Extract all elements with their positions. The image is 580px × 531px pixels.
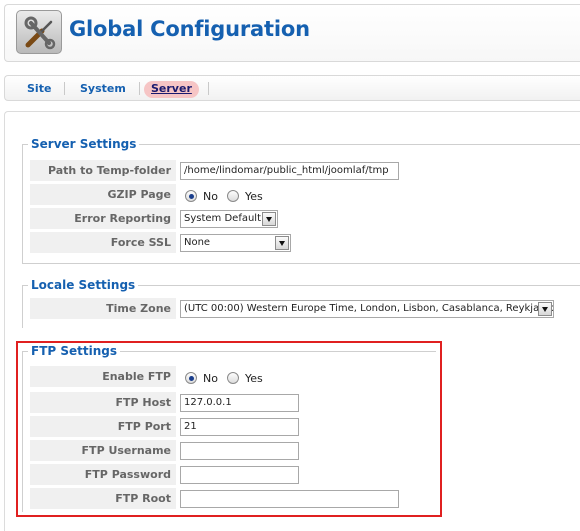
force-ssl-label: Force SSL: [30, 232, 176, 254]
ftp-password-label: FTP Password: [30, 464, 176, 486]
ftp-settings-legend: FTP Settings: [31, 344, 117, 358]
chevron-down-icon[interactable]: [262, 212, 276, 226]
tab-system[interactable]: System: [80, 81, 126, 98]
temp-folder-input[interactable]: /home/lindomar/public_html/joomlaf/tmp: [180, 162, 399, 180]
ftp-username-label: FTP Username: [30, 440, 176, 462]
time-zone-select[interactable]: (UTC 00:00) Western Europe Time, London,…: [180, 300, 554, 318]
tools-icon: [16, 10, 62, 54]
page-header: Global Configuration: [4, 4, 580, 62]
ftp-host-input[interactable]: 127.0.0.1: [180, 394, 299, 412]
page-title: Global Configuration: [69, 17, 310, 41]
tab-separator: [139, 82, 140, 95]
error-reporting-value: System Default: [184, 213, 262, 224]
error-reporting-select[interactable]: System Default: [180, 210, 278, 228]
gzip-no-radio[interactable]: [185, 190, 197, 202]
enable-ftp-radio-group: No Yes: [185, 369, 272, 387]
enable-ftp-no-label: No: [203, 371, 218, 385]
ftp-host-label: FTP Host: [30, 392, 176, 414]
chevron-down-icon[interactable]: [538, 302, 552, 316]
locale-settings-legend: Locale Settings: [31, 278, 136, 292]
error-reporting-label: Error Reporting: [30, 208, 176, 230]
gzip-radio-group: No Yes: [185, 187, 272, 205]
gzip-label: GZIP Page Compression: [30, 184, 176, 222]
temp-folder-label: Path to Temp-folder: [30, 160, 176, 182]
time-zone-label: Time Zone: [30, 298, 176, 320]
tab-separator: [208, 82, 209, 95]
chevron-down-icon[interactable]: [275, 236, 289, 250]
tab-bar: Site System Server: [4, 75, 580, 101]
gzip-no-label: No: [203, 189, 218, 203]
tab-site[interactable]: Site: [27, 81, 51, 98]
ftp-username-input[interactable]: [180, 442, 299, 460]
force-ssl-select[interactable]: None: [180, 234, 291, 252]
enable-ftp-no-radio[interactable]: [185, 372, 197, 384]
force-ssl-value: None: [184, 237, 211, 248]
ftp-password-input[interactable]: [180, 466, 299, 484]
ftp-root-input[interactable]: [180, 490, 399, 508]
ftp-root-label: FTP Root: [30, 488, 176, 510]
server-settings-legend: Server Settings: [31, 137, 137, 151]
tab-separator: [64, 82, 65, 95]
tab-server[interactable]: Server: [144, 81, 199, 98]
time-zone-value: (UTC 00:00) Western Europe Time, London,…: [184, 303, 554, 314]
ftp-port-label: FTP Port: [30, 416, 176, 438]
enable-ftp-yes-radio[interactable]: [226, 372, 239, 384]
ftp-port-input[interactable]: 21: [180, 418, 299, 436]
enable-ftp-label: Enable FTP: [30, 366, 176, 388]
gzip-yes-radio[interactable]: [226, 190, 239, 202]
enable-ftp-yes-label: Yes: [244, 371, 263, 385]
gzip-yes-label: Yes: [244, 189, 263, 203]
